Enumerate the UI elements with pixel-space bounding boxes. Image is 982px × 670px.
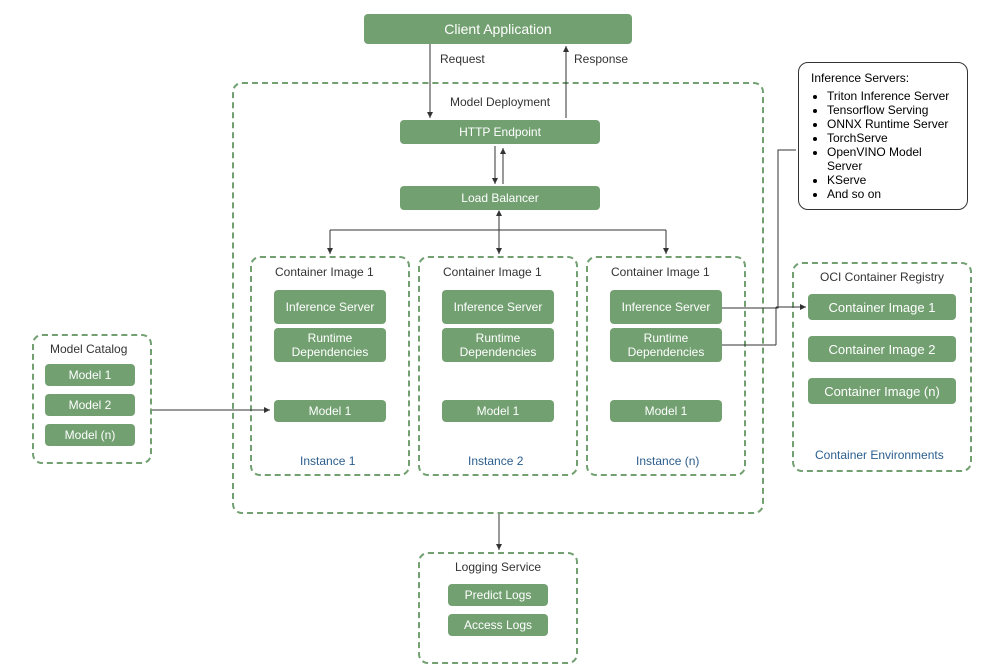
model-deployment-title: Model Deployment (450, 95, 550, 109)
legend-title: Inference Servers: (811, 71, 955, 85)
model-catalog-item-1: Model 1 (45, 364, 135, 386)
container-1-model: Model 1 (274, 400, 386, 422)
request-label: Request (440, 52, 485, 66)
registry-item-1: Container Image 1 (808, 294, 956, 320)
container-3-box (586, 256, 746, 476)
container-2-box (418, 256, 578, 476)
legend-item: And so on (827, 187, 955, 201)
container-1-inference: Inference Server (274, 290, 386, 324)
legend-item: OpenVINO Model Server (827, 145, 955, 173)
container-1-box (250, 256, 410, 476)
container-3-runtime: Runtime Dependencies (610, 328, 722, 362)
model-catalog-title: Model Catalog (50, 342, 127, 356)
registry-title: OCI Container Registry (820, 270, 944, 284)
container-1-title: Container Image 1 (275, 265, 374, 279)
container-2-model: Model 1 (442, 400, 554, 422)
registry-footer: Container Environments (815, 448, 944, 462)
client-application-box: Client Application (364, 14, 632, 44)
legend-item: Tensorflow Serving (827, 103, 955, 117)
response-label: Response (574, 52, 628, 66)
container-1-instance: Instance 1 (300, 454, 355, 468)
http-endpoint-box: HTTP Endpoint (400, 120, 600, 144)
container-3-inference: Inference Server (610, 290, 722, 324)
registry-item-3: Container Image (n) (808, 378, 956, 404)
legend-item: TorchServe (827, 131, 955, 145)
legend-item: Triton Inference Server (827, 89, 955, 103)
container-3-model: Model 1 (610, 400, 722, 422)
legend-item: KServe (827, 173, 955, 187)
model-catalog-item-2: Model 2 (45, 394, 135, 416)
container-2-title: Container Image 1 (443, 265, 542, 279)
registry-item-2: Container Image 2 (808, 336, 956, 362)
container-2-instance: Instance 2 (468, 454, 523, 468)
inference-servers-legend: Inference Servers: Triton Inference Serv… (798, 62, 968, 210)
container-2-runtime: Runtime Dependencies (442, 328, 554, 362)
model-catalog-item-3: Model (n) (45, 424, 135, 446)
container-1-runtime: Runtime Dependencies (274, 328, 386, 362)
container-3-title: Container Image 1 (611, 265, 710, 279)
load-balancer-box: Load Balancer (400, 186, 600, 210)
container-3-instance: Instance (n) (636, 454, 699, 468)
logging-service-title: Logging Service (455, 560, 541, 574)
container-2-inference: Inference Server (442, 290, 554, 324)
legend-item: ONNX Runtime Server (827, 117, 955, 131)
logging-predict-logs: Predict Logs (448, 584, 548, 606)
logging-access-logs: Access Logs (448, 614, 548, 636)
